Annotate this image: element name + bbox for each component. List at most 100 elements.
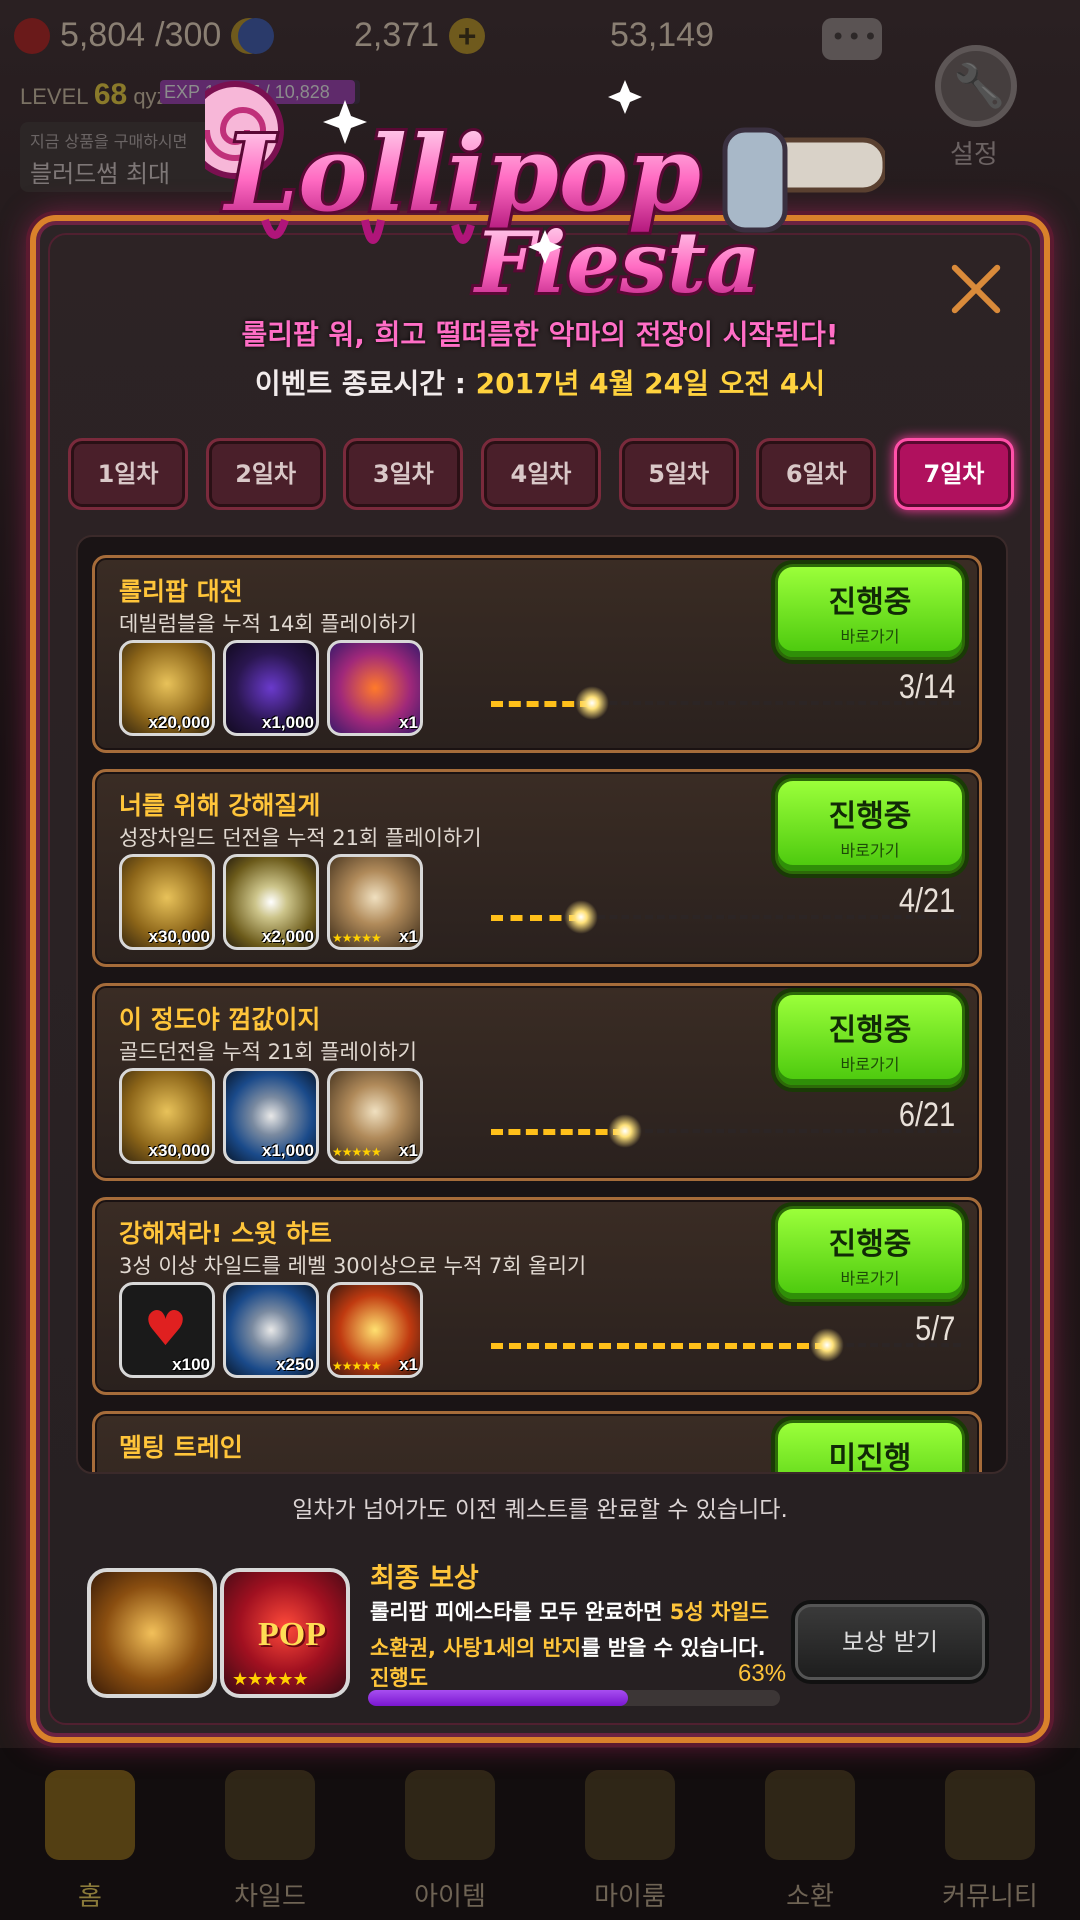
quest-status-button[interactable]: 진행중 바로가기	[775, 992, 965, 1088]
tab-day-3[interactable]: 3일차	[343, 438, 464, 510]
ring-pop-text: POP	[258, 1616, 326, 1653]
tab-day-7[interactable]: 7일차	[893, 438, 1014, 510]
hearts-max: /300	[155, 16, 222, 54]
reward-blue-icon[interactable]: x250	[223, 1282, 319, 1378]
crown-wreath-icon	[585, 1770, 675, 1860]
reward-coin-icon[interactable]: x2,000	[223, 854, 319, 950]
quest-status-button[interactable]: 진행중 바로가기	[775, 778, 965, 874]
reward-qty: x1	[399, 713, 418, 732]
final-progress-label: 진행도	[370, 1666, 428, 1690]
quest-status-label: 진행중	[828, 585, 912, 620]
quest-title: 롤리팝 대전	[119, 577, 243, 606]
nav-summon[interactable]: 소환	[720, 1748, 900, 1920]
reward-gem-icon[interactable]: x1,000	[223, 640, 319, 736]
quest-title: 멜팅 트레인	[119, 1433, 243, 1462]
reward-qty: x100	[172, 1355, 210, 1374]
quest-status-label: 미진행	[828, 1441, 912, 1474]
final-reward-ring-icon[interactable]: POP ★★★★★	[220, 1568, 350, 1698]
quest-count: 3/14	[898, 668, 955, 706]
reward-qty: x1	[399, 1141, 418, 1160]
chat-icon[interactable]	[822, 18, 882, 60]
nav-home[interactable]: 홈	[0, 1748, 180, 1920]
home-arch-icon	[45, 1770, 135, 1860]
level-label: LEVEL	[20, 84, 88, 109]
flame-icon	[225, 1770, 315, 1860]
reward-ring-icon[interactable]: ★★★★★ x1	[327, 854, 423, 950]
final-desc-a: 롤리팝 피에스타를 모두 완료하면	[370, 1600, 670, 1624]
reward-qty: x1,000	[262, 1141, 314, 1160]
reward-gold-icon[interactable]: x30,000	[119, 1068, 215, 1164]
tab-day-4[interactable]: 4일차	[480, 438, 601, 510]
quest-progress-fill	[491, 1129, 625, 1139]
tab-day-2[interactable]: 2일차	[205, 438, 326, 510]
quest-desc: 3성 이상 차일드를 레벨 30이상으로 누적 7회 올리기	[119, 1254, 587, 1278]
reward-blue-icon[interactable]: x1,000	[223, 1068, 319, 1164]
nav-myroom[interactable]: 마이룸	[540, 1748, 720, 1920]
heart-icon	[14, 17, 50, 54]
reward-qty: x1,000	[262, 713, 314, 732]
final-reward-desc: 롤리팝 피에스타를 모두 완료하면 5성 차일드소환권, 사탕1세의 반지를 받…	[370, 1594, 790, 1666]
nav-label: 소환	[786, 1882, 834, 1912]
reward-qty: x1	[399, 1355, 418, 1374]
logo-line2: Fiesta	[473, 213, 761, 310]
reward-qty: x250	[276, 1355, 314, 1374]
reward-gold-icon[interactable]: x20,000	[119, 640, 215, 736]
candy-icon	[238, 17, 274, 54]
settings-gear-icon[interactable]	[935, 45, 1017, 127]
heart-icon: ♥	[144, 1301, 188, 1357]
quest-card: 이 정도야 껌값이지 골드던전을 누적 21회 플레이하기 x30,000 x1,00…	[92, 983, 982, 1181]
quest-action-label: 바로가기	[840, 1269, 900, 1288]
tab-day-5[interactable]: 5일차	[618, 438, 739, 510]
final-desc-b: 를 받을 수 있습니다.	[581, 1636, 766, 1660]
sword-shield-icon	[405, 1770, 495, 1860]
nav-label: 커뮤니티	[942, 1882, 1038, 1912]
gems-resource: 2,371 +	[238, 16, 486, 55]
reward-chest-icon[interactable]: ★★★★★ x1	[327, 1282, 423, 1378]
close-button[interactable]	[945, 258, 1007, 320]
bottom-nav: 홈 차일드 아이템 마이룸 소환 커뮤니티	[0, 1748, 1080, 1920]
quest-title: 강해져라! 스윗 하트	[119, 1219, 332, 1248]
reward-pet-icon[interactable]: x1	[327, 640, 423, 736]
potion-heart-icon	[765, 1770, 855, 1860]
reward-heart-icon[interactable]: ♥ x100	[119, 1282, 215, 1378]
final-progress-bar	[368, 1690, 780, 1706]
reward-qty: x20,000	[148, 713, 210, 732]
gold-value: 53,149	[610, 16, 714, 54]
reward-qty: x30,000	[148, 1141, 210, 1160]
five-stars-icon: ★★★★★	[232, 1669, 309, 1690]
event-end-time: 이벤트 종료시간 : 2017년 4월 24일 오전 4시	[0, 362, 1080, 402]
claim-reward-button[interactable]: 보상 받기	[795, 1604, 985, 1680]
progress-spark-icon	[575, 686, 609, 720]
end-time-value: 2017년 4월 24일 오전 4시	[475, 367, 826, 400]
final-progress-percent: 63%	[738, 1660, 787, 1687]
quest-status-label: 진행중	[828, 1227, 912, 1262]
tab-day-6[interactable]: 6일차	[756, 438, 877, 510]
nav-community[interactable]: 커뮤니티	[900, 1748, 1080, 1920]
final-desc-highlight1: 5성 차일드	[669, 1600, 769, 1624]
five-stars-icon: ★★★★★	[332, 1359, 382, 1373]
level-display: LEVEL 68 qyz	[20, 78, 168, 112]
quest-status-button[interactable]: 진행중 바로가기	[775, 564, 965, 660]
reward-qty: x1	[399, 927, 418, 946]
quest-count: 6/21	[898, 1096, 955, 1134]
quest-status-button[interactable]: 진행중바로가기	[775, 1206, 965, 1302]
final-reward-title: 최종 보상	[370, 1563, 479, 1594]
reward-gold-icon[interactable]: x30,000	[119, 854, 215, 950]
quest-status-button[interactable]: 미진행	[775, 1420, 965, 1474]
reward-ring-icon[interactable]: ★★★★★ x1	[327, 1068, 423, 1164]
tab-day-1[interactable]: 1일차	[68, 438, 188, 510]
nav-label: 아이템	[414, 1882, 486, 1912]
final-reward-ticket-icon[interactable]	[87, 1568, 217, 1698]
nav-label: 홈	[78, 1882, 102, 1912]
quest-card: 롤리팝 대전 데빌럼블을 누적 14회 플레이하기 x20,000 x1,000 x1 3…	[92, 555, 982, 753]
final-progress-fill	[368, 1690, 628, 1706]
nav-item[interactable]: 아이템	[360, 1748, 540, 1920]
progress-spark-icon	[564, 900, 598, 934]
quest-desc: 성장차일드 던전을 누적 21회 플레이하기	[119, 826, 482, 850]
five-stars-icon: ★★★★★	[332, 1145, 382, 1159]
nav-child[interactable]: 차일드	[180, 1748, 360, 1920]
quest-title: 너를 위해 강해질게	[119, 791, 321, 820]
quest-list[interactable]: 롤리팝 대전 데빌럼블을 누적 14회 플레이하기 x20,000 x1,000 x1 3…	[76, 535, 1008, 1474]
add-gems-button[interactable]: +	[449, 17, 486, 54]
final-desc-highlight2: 소환권, 사탕1세의 반지	[370, 1636, 582, 1660]
